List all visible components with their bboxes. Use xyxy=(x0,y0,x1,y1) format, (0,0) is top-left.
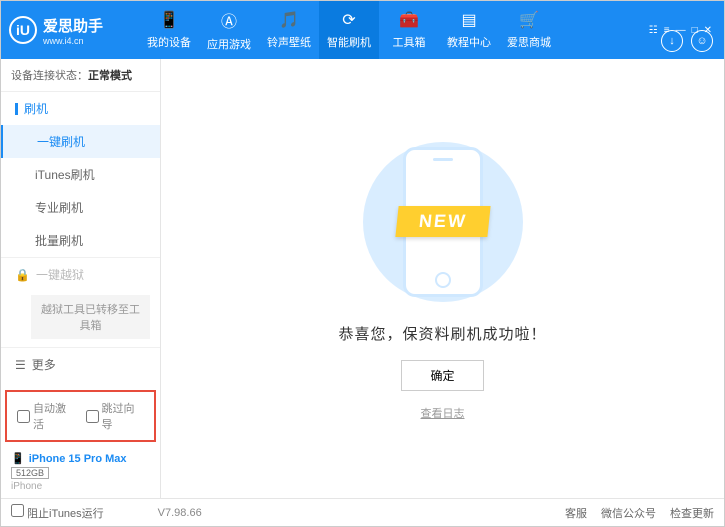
group-jailbreak-header[interactable]: 🔒一键越狱 xyxy=(1,258,160,291)
phone-icon: 📱 xyxy=(11,452,25,465)
ok-button[interactable]: 确定 xyxy=(401,360,483,391)
sidebar-item-itunes-flash[interactable]: iTunes刷机 xyxy=(1,158,160,191)
device-info: 📱iPhone 15 Pro Max 512GB iPhone xyxy=(1,446,160,498)
auto-activate-checkbox[interactable]: 自动激活 xyxy=(17,400,76,432)
logo-icon: iU xyxy=(9,16,37,44)
tshirt-icon[interactable]: ☷ xyxy=(649,25,658,36)
group-more-header[interactable]: ☰更多 xyxy=(1,348,160,381)
nav-apps[interactable]: Ⓐ应用游戏 xyxy=(199,1,259,59)
footer-support-link[interactable]: 客服 xyxy=(565,505,587,521)
app-title: 爱思助手 xyxy=(43,15,103,36)
logo-area: iU 爱思助手 www.i4.cn xyxy=(9,15,139,46)
jailbreak-moved-note: 越狱工具已转移至工具箱 xyxy=(31,295,150,339)
nav-my-device[interactable]: 📱我的设备 xyxy=(139,1,199,59)
sidebar-item-oneclick-flash[interactable]: 一键刷机 xyxy=(1,125,160,158)
footer-wechat-link[interactable]: 微信公众号 xyxy=(601,505,656,521)
nav-flash[interactable]: ⟳智能刷机 xyxy=(319,1,379,59)
device-storage: 512GB xyxy=(11,467,49,479)
user-button[interactable]: ☺ xyxy=(691,30,713,52)
sidebar: 设备连接状态：正常模式 刷机 一键刷机 iTunes刷机 专业刷机 批量刷机 🔒… xyxy=(1,59,161,498)
skip-guide-checkbox[interactable]: 跳过向导 xyxy=(86,400,145,432)
nav-ringtones[interactable]: 🎵铃声壁纸 xyxy=(259,1,319,59)
ringtone-icon: 🎵 xyxy=(279,10,299,30)
app-url: www.i4.cn xyxy=(43,36,103,46)
nav-toolbox[interactable]: 🧰工具箱 xyxy=(379,1,439,59)
main-panel: NEW 恭喜您，保资料刷机成功啦！ 确定 查看日志 xyxy=(161,59,724,498)
apps-icon: Ⓐ xyxy=(221,8,237,32)
view-log-link[interactable]: 查看日志 xyxy=(421,405,465,421)
sidebar-item-other-tools[interactable]: 其他工具 xyxy=(1,381,160,386)
list-icon: ☰ xyxy=(15,358,26,372)
group-flash-header[interactable]: 刷机 xyxy=(1,92,160,125)
nav-tutorials[interactable]: ▤教程中心 xyxy=(439,1,499,59)
toolbox-icon: 🧰 xyxy=(399,10,419,30)
nav-store[interactable]: 🛒爱思商城 xyxy=(499,1,559,59)
store-icon: 🛒 xyxy=(519,10,539,30)
sidebar-item-pro-flash[interactable]: 专业刷机 xyxy=(1,191,160,224)
device-icon: 📱 xyxy=(159,10,179,30)
device-name[interactable]: 📱iPhone 15 Pro Max xyxy=(11,452,150,465)
tutorial-icon: ▤ xyxy=(461,10,476,30)
sidebar-item-batch-flash[interactable]: 批量刷机 xyxy=(1,224,160,257)
success-message: 恭喜您，保资料刷机成功啦！ xyxy=(338,323,546,344)
connection-status: 设备连接状态：正常模式 xyxy=(1,59,160,92)
options-row: 自动激活 跳过向导 xyxy=(5,390,156,442)
download-button[interactable]: ↓ xyxy=(661,30,683,52)
new-ribbon: NEW xyxy=(395,206,490,237)
block-itunes-checkbox[interactable]: 阻止iTunes运行 xyxy=(11,504,104,521)
success-illustration: NEW xyxy=(343,137,543,307)
footer-update-link[interactable]: 检查更新 xyxy=(670,505,714,521)
footer: 阻止iTunes运行 V7.98.66 客服 微信公众号 检查更新 xyxy=(1,498,724,526)
lock-icon: 🔒 xyxy=(15,268,30,282)
header-bar: iU 爱思助手 www.i4.cn 📱我的设备 Ⓐ应用游戏 🎵铃声壁纸 ⟳智能刷… xyxy=(1,1,724,59)
top-nav: 📱我的设备 Ⓐ应用游戏 🎵铃声壁纸 ⟳智能刷机 🧰工具箱 ▤教程中心 🛒爱思商城 xyxy=(139,1,649,59)
version-label: V7.98.66 xyxy=(158,507,202,519)
device-type: iPhone xyxy=(11,481,150,492)
flash-icon: ⟳ xyxy=(342,10,355,30)
